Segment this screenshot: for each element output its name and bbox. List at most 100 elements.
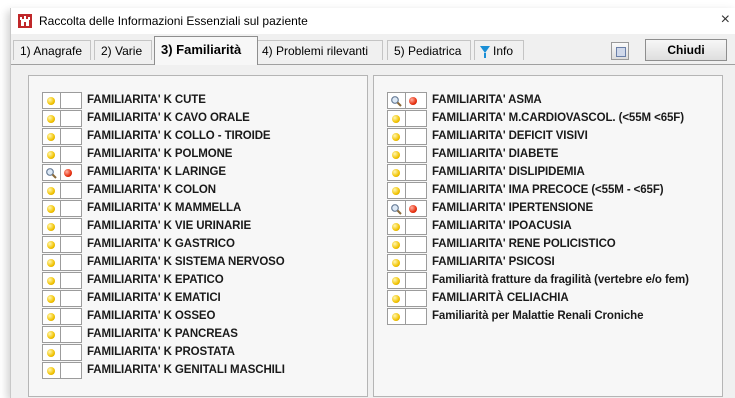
list-item[interactable]: FAMILIARITA' K LARINGE xyxy=(42,163,285,181)
row-status-cell[interactable] xyxy=(60,181,82,199)
row-action-cell[interactable] xyxy=(42,145,60,163)
yellow-dot-icon[interactable] xyxy=(47,222,55,231)
yellow-dot-icon[interactable] xyxy=(47,366,55,375)
row-status-cell[interactable] xyxy=(405,109,427,127)
yellow-dot-icon[interactable] xyxy=(392,222,400,231)
yellow-dot-icon[interactable] xyxy=(47,258,55,267)
list-item[interactable]: FAMILIARITA' K CUTE xyxy=(42,91,285,109)
list-item[interactable]: FAMILIARITA' K OSSEO xyxy=(42,307,285,325)
row-status-cell[interactable] xyxy=(60,145,82,163)
row-status-cell[interactable] xyxy=(60,127,82,145)
row-action-cell[interactable] xyxy=(387,127,405,145)
list-item[interactable]: Familiarità per Malattie Renali Croniche xyxy=(387,307,689,325)
row-status-cell[interactable] xyxy=(405,91,427,109)
list-item[interactable]: FAMILIARITA' K POLMONE xyxy=(42,145,285,163)
list-item[interactable]: FAMILIARITA' K COLON xyxy=(42,181,285,199)
tab-pediatrica[interactable]: 5) Pediatrica xyxy=(387,40,471,60)
yellow-dot-icon[interactable] xyxy=(392,114,400,123)
row-action-cell[interactable] xyxy=(42,289,60,307)
row-status-cell[interactable] xyxy=(60,271,82,289)
row-action-cell[interactable] xyxy=(42,181,60,199)
row-action-cell[interactable] xyxy=(42,127,60,145)
row-action-cell[interactable] xyxy=(387,271,405,289)
list-item[interactable]: FAMILIARITÀ CELIACHIA xyxy=(387,289,689,307)
yellow-dot-icon[interactable] xyxy=(392,312,400,321)
list-item[interactable]: FAMILIARITA' K EMATICI xyxy=(42,289,285,307)
row-status-cell[interactable] xyxy=(405,307,427,325)
row-status-cell[interactable] xyxy=(60,307,82,325)
yellow-dot-icon[interactable] xyxy=(47,114,55,123)
row-status-cell[interactable] xyxy=(60,235,82,253)
list-item[interactable]: FAMILIARITA' K PANCREAS xyxy=(42,325,285,343)
row-status-cell[interactable] xyxy=(60,217,82,235)
list-item[interactable]: FAMILIARITA' K COLLO - TIROIDE xyxy=(42,127,285,145)
row-action-cell[interactable] xyxy=(387,109,405,127)
row-action-cell[interactable] xyxy=(42,217,60,235)
yellow-dot-icon[interactable] xyxy=(47,240,55,249)
row-action-cell[interactable] xyxy=(42,199,60,217)
yellow-dot-icon[interactable] xyxy=(47,276,55,285)
row-status-cell[interactable] xyxy=(405,199,427,217)
yellow-dot-icon[interactable] xyxy=(47,348,55,357)
row-action-cell[interactable] xyxy=(42,307,60,325)
row-action-cell[interactable] xyxy=(42,235,60,253)
row-status-cell[interactable] xyxy=(405,217,427,235)
close-window-icon[interactable]: × xyxy=(721,11,730,29)
row-action-cell[interactable] xyxy=(387,145,405,163)
yellow-dot-icon[interactable] xyxy=(47,312,55,321)
row-action-cell[interactable] xyxy=(42,91,60,109)
row-status-cell[interactable] xyxy=(60,325,82,343)
row-action-cell[interactable] xyxy=(42,253,60,271)
list-item[interactable]: FAMILIARITA' K SISTEMA NERVOSO xyxy=(42,253,285,271)
list-item[interactable]: FAMILIARITA' K PROSTATA xyxy=(42,343,285,361)
row-action-cell[interactable] xyxy=(387,235,405,253)
row-action-cell[interactable] xyxy=(387,253,405,271)
row-status-cell[interactable] xyxy=(60,91,82,109)
list-item[interactable]: FAMILIARITA' K CAVO ORALE xyxy=(42,109,285,127)
row-status-cell[interactable] xyxy=(405,163,427,181)
magnifier-icon[interactable] xyxy=(45,167,57,179)
row-status-cell[interactable] xyxy=(405,127,427,145)
yellow-dot-icon[interactable] xyxy=(47,204,55,213)
list-item[interactable]: FAMILIARITA' K MAMMELLA xyxy=(42,199,285,217)
row-action-cell[interactable] xyxy=(387,199,405,217)
list-item[interactable]: FAMILIARITA' DIABETE xyxy=(387,145,689,163)
yellow-dot-icon[interactable] xyxy=(47,330,55,339)
row-status-cell[interactable] xyxy=(405,289,427,307)
yellow-dot-icon[interactable] xyxy=(392,132,400,141)
yellow-dot-icon[interactable] xyxy=(392,150,400,159)
list-item[interactable]: FAMILIARITA' IPOACUSIA xyxy=(387,217,689,235)
yellow-dot-icon[interactable] xyxy=(47,96,55,105)
row-action-cell[interactable] xyxy=(42,271,60,289)
list-item[interactable]: FAMILIARITA' IMA PRECOCE (<55M - <65F) xyxy=(387,181,689,199)
row-status-cell[interactable] xyxy=(405,181,427,199)
window-button[interactable] xyxy=(611,42,629,60)
magnifier-icon[interactable] xyxy=(390,95,402,107)
yellow-dot-icon[interactable] xyxy=(392,168,400,177)
row-status-cell[interactable] xyxy=(60,199,82,217)
row-action-cell[interactable] xyxy=(42,325,60,343)
row-action-cell[interactable] xyxy=(42,163,60,181)
row-action-cell[interactable] xyxy=(387,217,405,235)
magnifier-icon[interactable] xyxy=(390,203,402,215)
list-item[interactable]: FAMILIARITA' K GENITALI MASCHILI xyxy=(42,361,285,379)
list-item[interactable]: FAMILIARITA' PSICOSI xyxy=(387,253,689,271)
row-action-cell[interactable] xyxy=(387,307,405,325)
row-status-cell[interactable] xyxy=(60,109,82,127)
list-item[interactable]: FAMILIARITA' DISLIPIDEMIA xyxy=(387,163,689,181)
list-item[interactable]: FAMILIARITA' K EPATICO xyxy=(42,271,285,289)
list-item[interactable]: Familiarità fratture da fragilità (verte… xyxy=(387,271,689,289)
yellow-dot-icon[interactable] xyxy=(392,186,400,195)
row-status-cell[interactable] xyxy=(60,289,82,307)
yellow-dot-icon[interactable] xyxy=(47,150,55,159)
yellow-dot-icon[interactable] xyxy=(392,276,400,285)
chiudi-button[interactable]: Chiudi xyxy=(645,39,727,61)
row-action-cell[interactable] xyxy=(387,289,405,307)
list-item[interactable]: FAMILIARITA' K VIE URINARIE xyxy=(42,217,285,235)
row-status-cell[interactable] xyxy=(60,253,82,271)
yellow-dot-icon[interactable] xyxy=(47,132,55,141)
tab-info[interactable]: Info xyxy=(474,40,524,60)
row-action-cell[interactable] xyxy=(387,91,405,109)
row-status-cell[interactable] xyxy=(60,361,82,379)
list-item[interactable]: FAMILIARITA' DEFICIT VISIVI xyxy=(387,127,689,145)
